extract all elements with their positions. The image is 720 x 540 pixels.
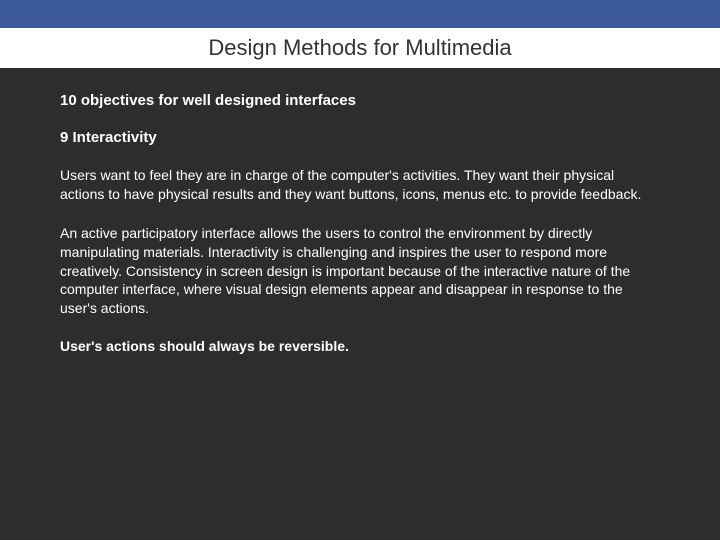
content-subheading: 9 Interactivity [60, 129, 660, 146]
slide-content: 10 objectives for well designed interfac… [0, 68, 720, 354]
paragraph-2: An active participatory interface allows… [60, 224, 660, 318]
slide-title: Design Methods for Multimedia [208, 35, 511, 61]
paragraph-3: User's actions should always be reversib… [60, 338, 660, 354]
title-bar: Design Methods for Multimedia [0, 28, 720, 68]
content-heading: 10 objectives for well designed interfac… [60, 92, 660, 109]
header-accent-bar [0, 0, 720, 28]
paragraph-1: Users want to feel they are in charge of… [60, 166, 660, 204]
